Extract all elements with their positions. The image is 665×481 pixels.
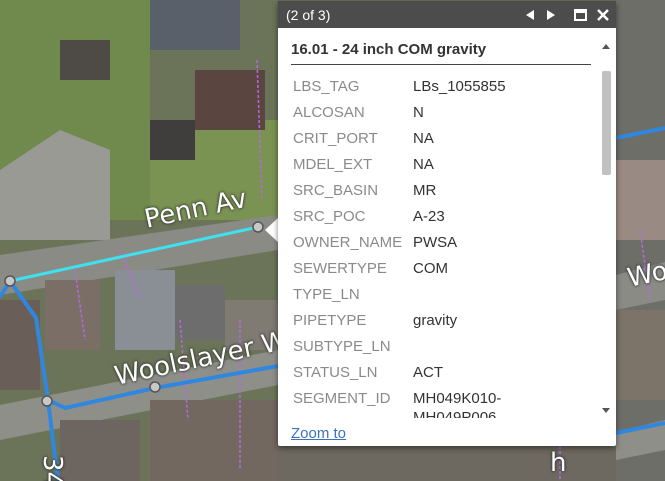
attribute-name: SRC_BASIN — [293, 182, 379, 199]
attribute-value: MH049K010-MH049P006 — [413, 390, 502, 418]
prev-arrow-icon[interactable] — [520, 1, 540, 28]
street-label-lower-left: 34 — [37, 455, 67, 481]
attribute-name: SEWERTYPE — [293, 260, 387, 277]
attribute-value: COM — [413, 260, 448, 277]
popup-header: (2 of 3) — [278, 1, 616, 28]
attribute-value: ACT — [413, 364, 443, 381]
attribute-name: ALCOSAN — [293, 104, 365, 121]
attribute-value: A-23 — [413, 208, 445, 225]
attribute-name: SEGMENT_ID — [293, 390, 391, 407]
attribute-value: NA — [413, 130, 434, 147]
attribute-value: PWSA — [413, 234, 458, 251]
attribute-name: MDEL_EXT — [293, 156, 373, 173]
attribute-name: STATUS_LN — [293, 364, 378, 381]
maximize-icon[interactable] — [570, 1, 590, 28]
popup-title: 16.01 - 24 inch COM gravity — [291, 41, 487, 58]
popup-pointer — [265, 217, 279, 243]
attribute-value: NA — [413, 156, 434, 173]
attribute-value: N — [413, 104, 424, 121]
attribute-value: LBs_1055855 — [413, 78, 506, 95]
feature-popup: (2 of 3) 16.01 - 24 inch COM gravity LBS… — [278, 1, 616, 446]
title-divider — [291, 64, 591, 65]
attribute-name: SRC_POC — [293, 208, 366, 225]
next-arrow-icon[interactable] — [541, 1, 561, 28]
attribute-name: CRIT_PORT — [293, 130, 378, 147]
attribute-name: PIPETYPE — [293, 312, 367, 329]
attribute-value: gravity — [413, 312, 458, 329]
zoom-to-link[interactable]: Zoom to — [291, 425, 346, 442]
attribute-name: OWNER_NAME — [293, 234, 403, 251]
feature-counter: (2 of 3) — [286, 6, 331, 23]
scrollbar-thumb[interactable] — [602, 71, 611, 175]
attribute-name: SUBTYPE_LN — [293, 338, 391, 355]
attribute-name: LBS_TAG — [293, 78, 360, 95]
attribute-name: TYPE_LN — [293, 286, 360, 303]
popup-content[interactable]: 16.01 - 24 inch COM gravity LBS_TAG LBs_… — [278, 28, 616, 418]
street-label-lower-right: h — [550, 448, 567, 478]
attribute-value: MR — [413, 182, 437, 199]
close-icon[interactable] — [593, 1, 613, 28]
